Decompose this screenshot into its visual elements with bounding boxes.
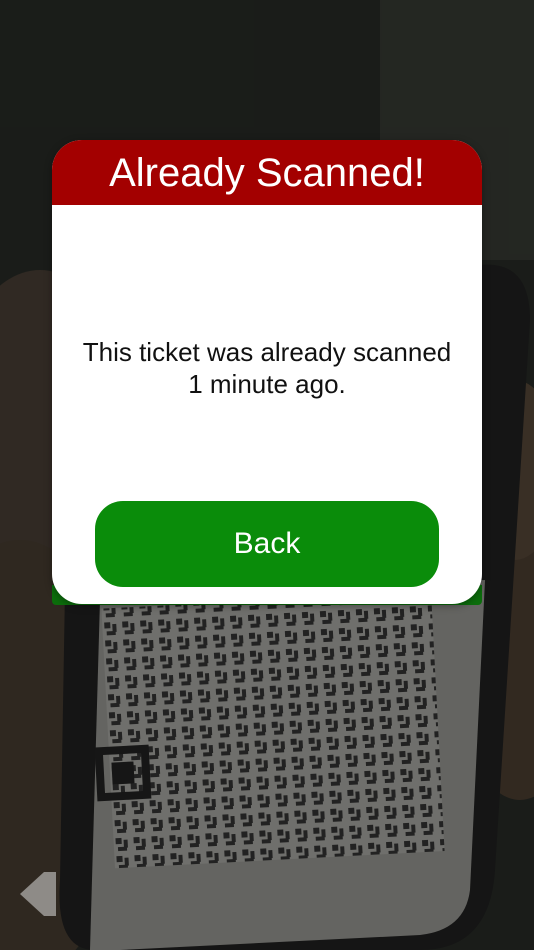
dialog-title: Already Scanned! bbox=[109, 150, 425, 195]
already-scanned-dialog: Already Scanned! This ticket was already… bbox=[52, 140, 482, 604]
back-button[interactable]: Back bbox=[95, 501, 439, 587]
dialog-message: This ticket was already scanned 1 minute… bbox=[82, 337, 452, 399]
back-arrow-icon[interactable] bbox=[10, 866, 66, 922]
scanner-screen: Already Scanned! This ticket was already… bbox=[0, 0, 534, 950]
dialog-header: Already Scanned! bbox=[52, 140, 482, 205]
